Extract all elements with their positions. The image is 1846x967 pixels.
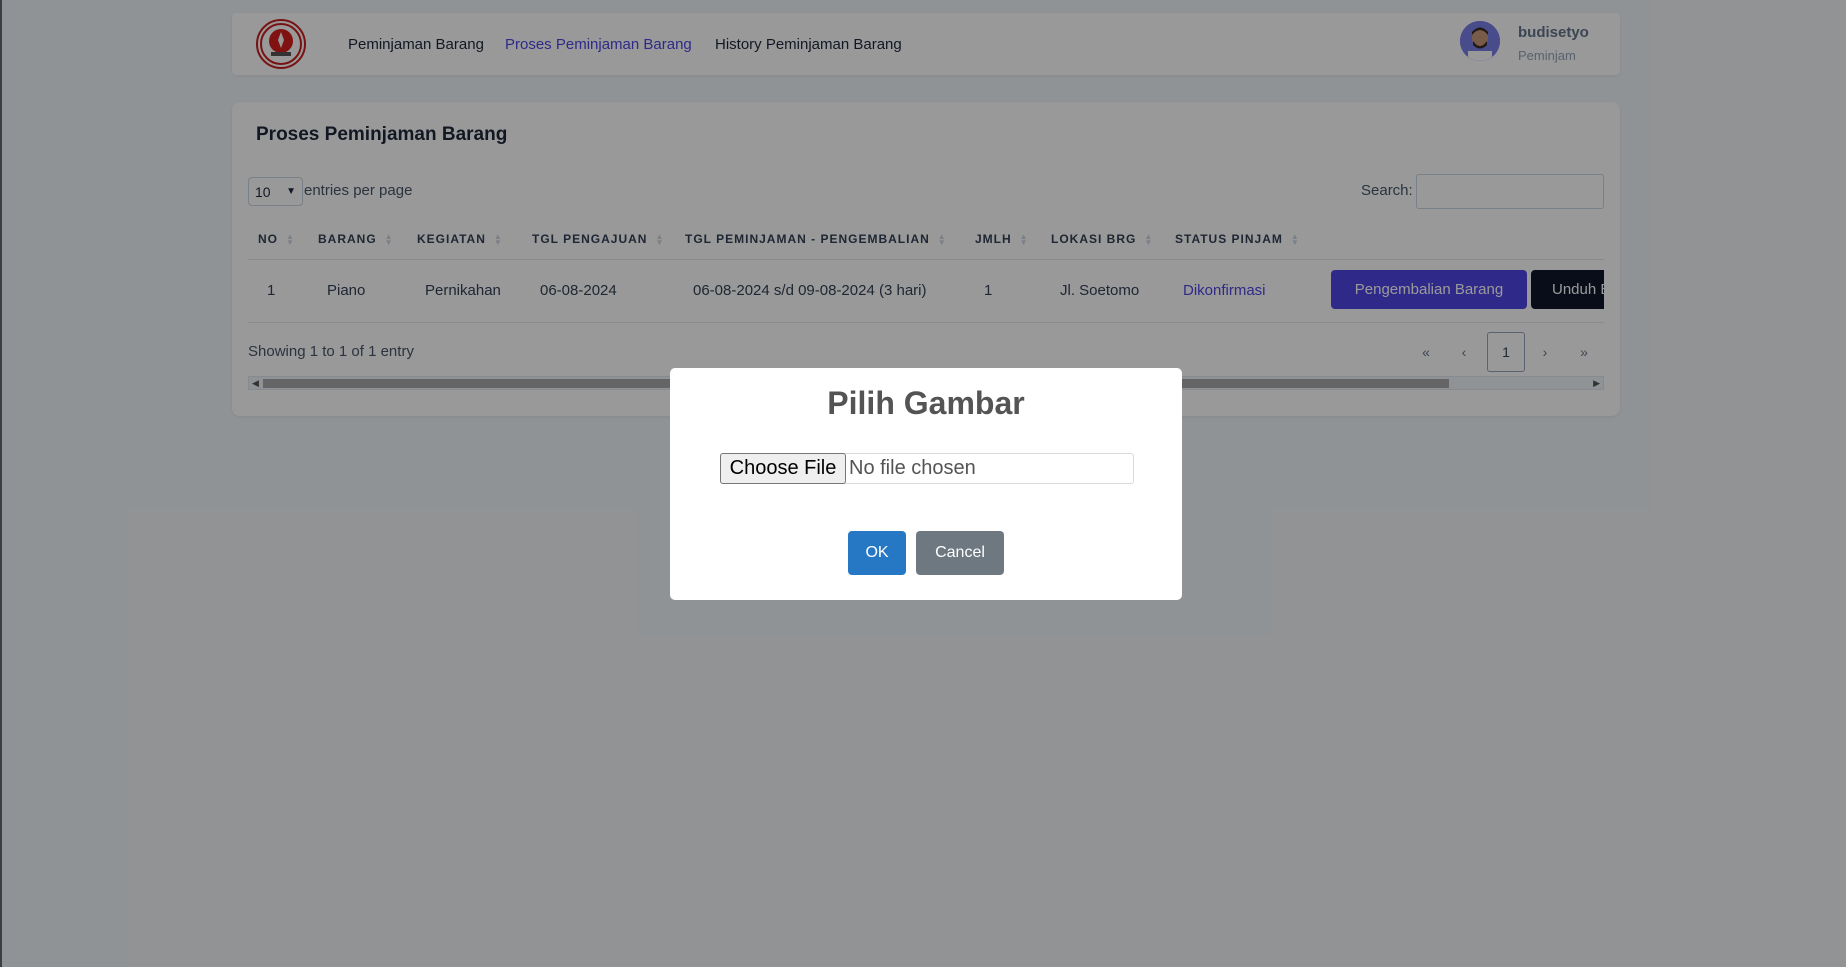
window-edge <box>0 0 2 967</box>
no-file-label: No file chosen <box>849 457 976 479</box>
ok-button[interactable]: OK <box>848 531 906 575</box>
pilih-gambar-modal: Pilih Gambar Choose File No file chosen … <box>670 368 1182 600</box>
cancel-button[interactable]: Cancel <box>916 531 1004 575</box>
modal-title: Pilih Gambar <box>827 385 1025 421</box>
file-input[interactable]: Choose File No file chosen <box>720 453 1134 484</box>
choose-file-button[interactable]: Choose File <box>720 453 846 484</box>
